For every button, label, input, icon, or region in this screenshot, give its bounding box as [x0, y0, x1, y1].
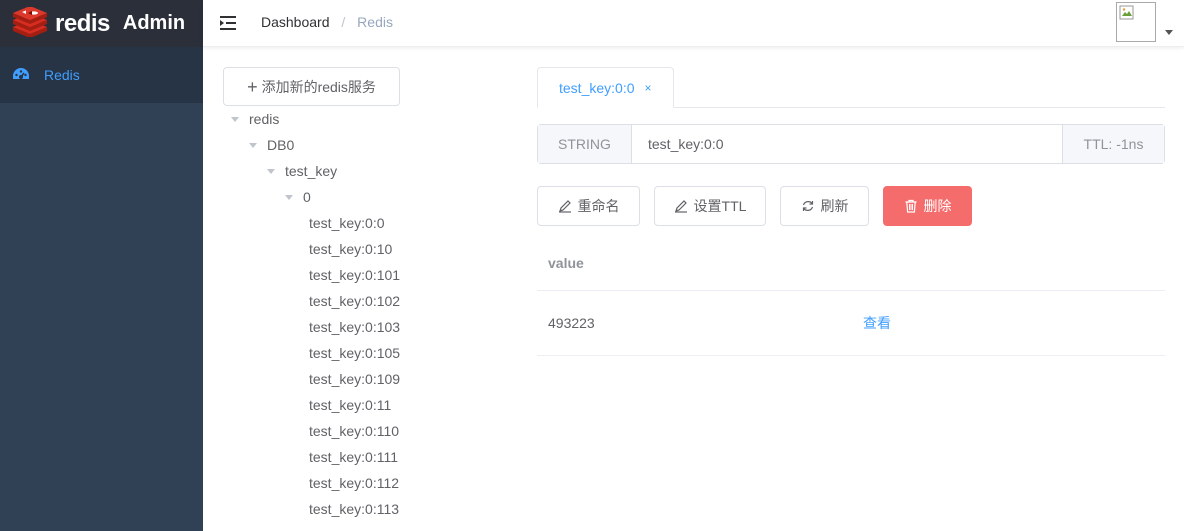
key-type-label: STRING	[538, 125, 632, 163]
tree-node-key[interactable]: test_key:0:10	[223, 236, 523, 262]
tree-node-key[interactable]: test_key:0:102	[223, 288, 523, 314]
tree-node-label: test_key:0:102	[309, 293, 401, 309]
caret-down-icon[interactable]	[231, 116, 239, 122]
app-title: Admin	[122, 12, 186, 34]
hamburger-icon[interactable]	[218, 12, 240, 34]
value-table: value 493223 查看	[537, 236, 1165, 356]
edit-icon	[674, 199, 688, 213]
breadcrumb: Dashboard / Redis	[261, 14, 393, 30]
delete-button[interactable]: 删除	[883, 186, 972, 226]
caret-down-icon[interactable]	[1165, 30, 1173, 35]
sidebar-item-label: Redis	[44, 67, 80, 83]
set-ttl-button[interactable]: 设置TTL	[654, 186, 766, 226]
tree-node-group[interactable]: DB0	[223, 132, 523, 158]
dashboard-icon	[12, 67, 30, 84]
refresh-label: 刷新	[820, 198, 849, 214]
ttl-label: TTL: -1ns	[1062, 125, 1164, 163]
add-redis-service-button[interactable]: + 添加新的redis服务	[223, 67, 400, 106]
tree-node-label: test_key:0:10	[309, 241, 393, 257]
tree-node-label: test_key:0:103	[309, 319, 401, 335]
tree-node-label: test_key:0:101	[309, 267, 401, 283]
tree-node-group[interactable]: test_key	[223, 158, 523, 184]
tree-node-key[interactable]: test_key:0:101	[223, 262, 523, 288]
key-tree: redis DB0 test_key 0 test_key:0:0 test_key:0:…	[223, 106, 523, 522]
tree-node-label: DB0	[267, 137, 295, 153]
tree-node-key[interactable]: test_key:0:112	[223, 470, 523, 496]
tabs-bar: test_key:0:0 ×	[537, 67, 1165, 108]
rename-label: 重命名	[577, 198, 620, 214]
key-name-input[interactable]: test_key:0:0	[632, 125, 1062, 163]
tree-node-key[interactable]: test_key:0:11	[223, 392, 523, 418]
navbar: Dashboard / Redis	[203, 0, 1184, 47]
value-cell: 493223	[548, 315, 595, 331]
close-icon[interactable]: ×	[645, 81, 652, 95]
delete-label: 删除	[923, 198, 952, 214]
caret-down-icon[interactable]	[267, 168, 275, 174]
tree-panel: + 添加新的redis服务 redis DB0 test_key 0 test_key:…	[223, 67, 523, 522]
tab-test-key[interactable]: test_key:0:0 ×	[537, 67, 674, 108]
tree-node-label: test_key:0:110	[309, 423, 400, 439]
tree-node-key[interactable]: test_key:0:111	[223, 444, 523, 470]
tree-node-key[interactable]: test_key:0:109	[223, 366, 523, 392]
tree-node-key[interactable]: test_key:0:0	[223, 210, 523, 236]
tree-node-group[interactable]: redis	[223, 106, 523, 132]
rename-button[interactable]: 重命名	[537, 186, 640, 226]
breadcrumb-current: Redis	[357, 14, 393, 30]
edit-icon	[558, 199, 572, 213]
tree-node-label: test_key:0:109	[309, 371, 401, 387]
refresh-button[interactable]: 刷新	[780, 186, 869, 226]
breadcrumb-home[interactable]: Dashboard	[261, 14, 330, 30]
redis-logo-icon	[11, 6, 49, 40]
set-ttl-label: 设置TTL	[693, 198, 747, 214]
view-link[interactable]: 查看	[863, 313, 891, 333]
tree-node-label: test_key:0:0	[309, 215, 385, 231]
tree-node-label: test_key:0:105	[309, 345, 401, 361]
tree-node-key[interactable]: test_key:0:103	[223, 314, 523, 340]
sidebar-item-redis[interactable]: Redis	[0, 47, 203, 103]
table-row: 493223 查看	[537, 291, 1165, 356]
tree-node-label: test_key:0:113	[309, 501, 400, 517]
plus-icon: +	[247, 76, 258, 97]
tree-node-label: test_key:0:111	[309, 449, 398, 465]
tree-node-key[interactable]: test_key:0:113	[223, 496, 523, 522]
key-input-group: STRING test_key:0:0 TTL: -1ns	[537, 124, 1165, 164]
tab-label: test_key:0:0	[559, 79, 635, 96]
trash-icon	[904, 199, 918, 213]
column-header-value: value	[548, 255, 584, 271]
caret-down-icon[interactable]	[249, 142, 257, 148]
breadcrumb-separator: /	[341, 14, 346, 30]
logo-text: redis	[55, 9, 110, 37]
table-header: value	[537, 236, 1165, 291]
avatar[interactable]	[1116, 2, 1156, 42]
caret-down-icon[interactable]	[285, 194, 293, 200]
tree-node-key[interactable]: test_key:0:105	[223, 340, 523, 366]
sidebar: redis Admin Redis	[0, 0, 203, 531]
key-detail-panel: test_key:0:0 × STRING test_key:0:0 TTL: …	[537, 67, 1165, 356]
tree-node-label: test_key:0:112	[309, 475, 400, 491]
tree-node-label: 0	[303, 189, 311, 205]
logo[interactable]: redis Admin	[0, 0, 203, 47]
tree-node-group[interactable]: 0	[223, 184, 523, 210]
action-buttons: 重命名 设置TTL 刷新 删除	[537, 186, 1165, 226]
tree-node-label: test_key:0:11	[309, 397, 392, 413]
add-redis-service-label: 添加新的redis服务	[261, 78, 376, 95]
tree-node-key[interactable]: test_key:0:110	[223, 418, 523, 444]
refresh-icon	[801, 199, 815, 213]
tree-node-label: redis	[249, 111, 280, 127]
tree-node-label: test_key	[285, 163, 338, 179]
